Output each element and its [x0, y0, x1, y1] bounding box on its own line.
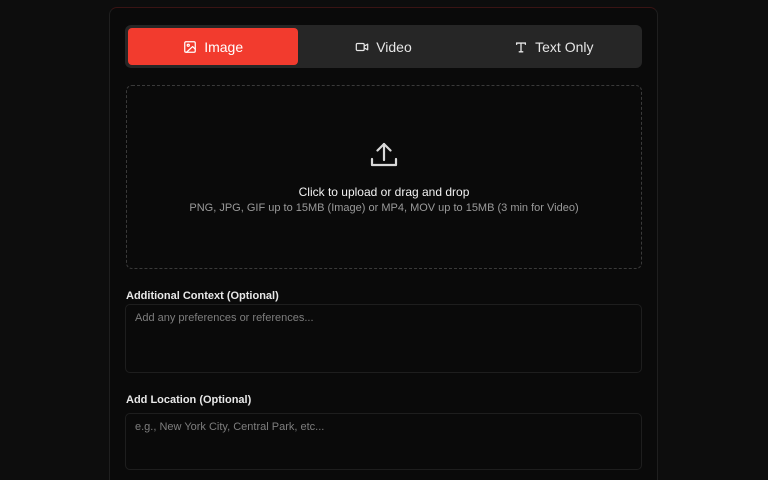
context-label: Additional Context (Optional): [126, 290, 279, 302]
tab-image[interactable]: Image: [128, 28, 299, 65]
tab-text-only-label: Text Only: [535, 38, 594, 55]
tab-video[interactable]: Video: [298, 28, 468, 65]
text-icon: [514, 40, 528, 54]
upload-subtitle: PNG, JPG, GIF up to 15MB (Image) or MP4,…: [189, 202, 579, 214]
media-type-tabs: Image Video Text Only: [125, 25, 642, 68]
image-icon: [183, 40, 197, 54]
upload-icon: [368, 139, 400, 171]
context-field[interactable]: [125, 304, 642, 373]
tab-video-label: Video: [376, 38, 412, 55]
location-label: Add Location (Optional): [126, 394, 252, 406]
tab-text-only[interactable]: Text Only: [469, 28, 639, 65]
upload-dropzone[interactable]: Click to upload or drag and drop PNG, JP…: [126, 85, 642, 269]
location-field[interactable]: [125, 413, 642, 470]
upload-title: Click to upload or drag and drop: [298, 185, 470, 199]
page: Image Video Text Only Click to upload or…: [0, 0, 768, 480]
video-icon: [355, 40, 369, 54]
tab-image-label: Image: [204, 38, 244, 55]
